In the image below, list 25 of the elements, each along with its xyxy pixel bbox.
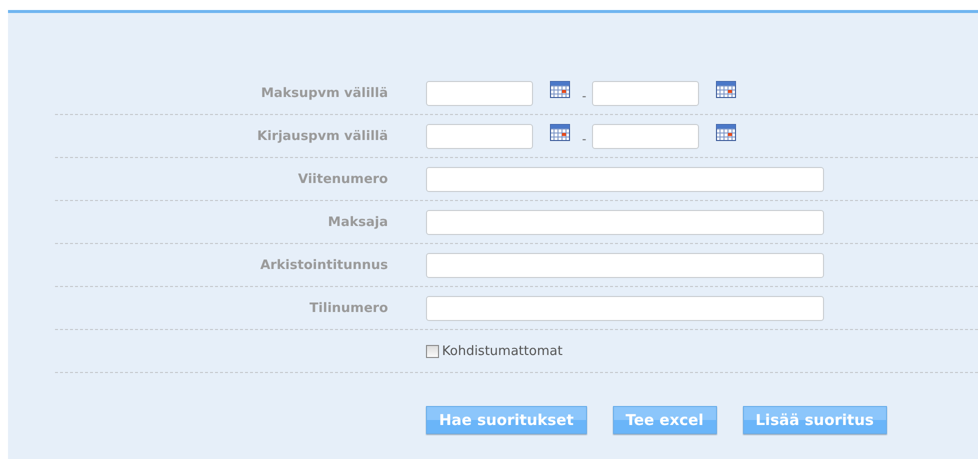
input-field[interactable] bbox=[426, 296, 824, 320]
range-dash: - bbox=[582, 132, 586, 146]
field-label: Maksupvm välillä bbox=[260, 86, 388, 100]
field-label: Viitenumero bbox=[298, 172, 388, 186]
date-field[interactable] bbox=[592, 124, 700, 148]
input-field[interactable] bbox=[426, 166, 824, 192]
field-label: Kirjauspvm välillä bbox=[257, 128, 388, 144]
field-label: Tilinumero bbox=[310, 300, 388, 316]
date-field[interactable] bbox=[426, 80, 533, 106]
date-field[interactable] bbox=[592, 80, 700, 106]
field-label: Arkistointitunnus bbox=[260, 258, 388, 272]
calendar-icon[interactable] bbox=[716, 80, 736, 98]
field-label: Maksaja bbox=[328, 214, 388, 230]
range-dash: - bbox=[582, 89, 586, 103]
checkbox[interactable] bbox=[426, 344, 439, 358]
date-field[interactable] bbox=[426, 124, 533, 148]
calendar-icon[interactable] bbox=[550, 123, 570, 141]
input-field[interactable] bbox=[426, 252, 824, 278]
input-field[interactable] bbox=[426, 210, 824, 234]
action-button[interactable]: Tee excel bbox=[612, 406, 716, 434]
checkbox-label[interactable]: Kohdistumattomat bbox=[442, 344, 563, 358]
calendar-icon[interactable] bbox=[716, 123, 736, 141]
action-button[interactable]: Hae suoritukset bbox=[426, 406, 587, 434]
action-button[interactable]: Lisää suoritus bbox=[742, 406, 887, 434]
calendar-icon[interactable] bbox=[550, 80, 570, 98]
